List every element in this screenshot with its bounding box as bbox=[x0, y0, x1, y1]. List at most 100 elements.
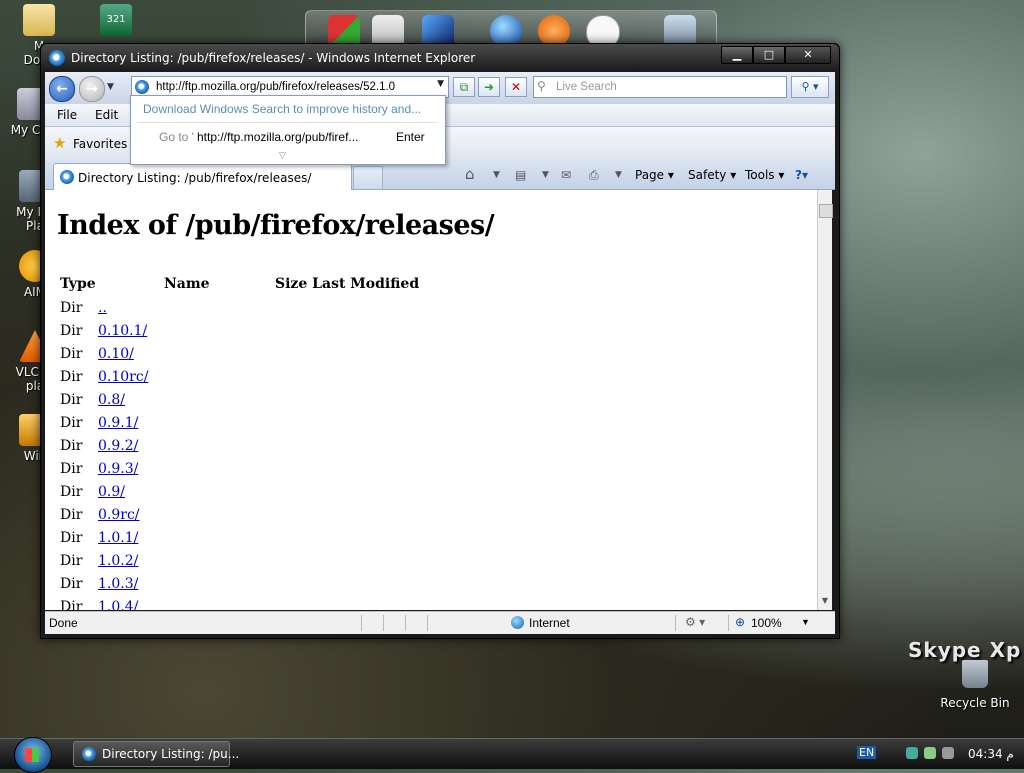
stop-button[interactable]: ✕ bbox=[505, 77, 527, 97]
tools-menu[interactable]: Tools ▾ bbox=[745, 168, 784, 182]
row-type: Dir bbox=[60, 392, 83, 408]
row-type: Dir bbox=[60, 323, 83, 339]
minimize-button[interactable]: ▁ bbox=[721, 46, 753, 64]
row-type: Dir bbox=[60, 599, 83, 610]
row-name-link[interactable]: 0.9.3/ bbox=[98, 461, 138, 477]
folder-icon bbox=[23, 4, 55, 36]
device-tray-icon[interactable] bbox=[942, 747, 954, 759]
protected-mode-icon[interactable]: ⚙ ▾ bbox=[685, 615, 705, 629]
taskbar-ie-icon bbox=[82, 747, 96, 761]
mail-icon[interactable]: ✉ bbox=[561, 168, 571, 182]
home-dropdown-icon[interactable]: ▼ bbox=[493, 170, 500, 180]
vertical-scrollbar[interactable]: ▼ bbox=[817, 190, 833, 610]
menu-edit[interactable]: Edit bbox=[95, 108, 118, 122]
row-type: Dir bbox=[60, 438, 83, 454]
zoom-dropdown-icon[interactable]: ▼ bbox=[801, 617, 810, 627]
go-button[interactable]: ➜ bbox=[478, 77, 500, 97]
page-heading: Index of /pub/firefox/releases/ bbox=[57, 210, 495, 241]
row-type: Dir bbox=[60, 461, 83, 477]
row-name-link[interactable]: 0.10.1/ bbox=[98, 323, 147, 339]
search-button[interactable]: ⚲ ▾ bbox=[791, 76, 829, 98]
search-input[interactable] bbox=[554, 78, 778, 96]
tools-menu-label: Tools bbox=[745, 168, 775, 182]
forward-button[interactable]: → bbox=[79, 76, 105, 102]
row-type: Dir bbox=[60, 346, 83, 362]
row-type: Dir bbox=[60, 530, 83, 546]
print-icon[interactable]: ⎙ bbox=[589, 168, 599, 183]
trash-icon bbox=[962, 660, 988, 688]
row-type: Dir bbox=[60, 507, 83, 523]
clock[interactable]: 04:34 م bbox=[968, 747, 1014, 761]
menu-file[interactable]: File bbox=[57, 108, 77, 122]
row-name-link[interactable]: 1.0.2/ bbox=[98, 553, 138, 569]
help-icon[interactable]: ?▾ bbox=[795, 168, 808, 182]
row-name-link[interactable]: 0.10/ bbox=[98, 346, 134, 362]
back-button[interactable]: ← bbox=[49, 76, 75, 102]
title-bar[interactable]: Directory Listing: /pub/firefox/releases… bbox=[41, 44, 839, 72]
address-autocomplete-dropdown: Download Windows Search to improve histo… bbox=[130, 95, 446, 165]
page-content: Index of /pub/firefox/releases/ Type Nam… bbox=[45, 190, 817, 610]
column-header-size-modified: Size Last Modified bbox=[275, 276, 420, 292]
scrollbar-thumb[interactable] bbox=[819, 204, 833, 218]
page-menu[interactable]: Page ▾ bbox=[635, 168, 674, 182]
row-name-link[interactable]: 0.9.2/ bbox=[98, 438, 138, 454]
row-type: Dir bbox=[60, 576, 83, 592]
tab-label: Directory Listing: /pub/firefox/releases… bbox=[78, 171, 312, 185]
volume-tray-icon[interactable] bbox=[924, 747, 936, 759]
windows-search-suggestion[interactable]: Download Windows Search to improve histo… bbox=[143, 102, 421, 116]
status-text: Done bbox=[49, 616, 78, 630]
row-type: Dir bbox=[60, 369, 83, 385]
tab-directory-listing[interactable]: Directory Listing: /pub/firefox/releases… bbox=[53, 163, 352, 190]
row-type: Dir bbox=[60, 484, 83, 500]
print-dropdown-icon[interactable]: ▼ bbox=[615, 170, 622, 180]
desktop-icon-recycle-bin[interactable]: Recycle Bin bbox=[940, 660, 1010, 710]
taskbar: Directory Listing: /pu... EN 04:34 م bbox=[0, 737, 1024, 773]
row-name-link[interactable]: 1.0.4/ bbox=[98, 599, 138, 610]
security-zone: Internet bbox=[529, 616, 570, 630]
feeds-icon[interactable]: ▤ bbox=[515, 168, 526, 182]
safety-menu[interactable]: Safety ▾ bbox=[688, 168, 736, 182]
taskbar-item-ie[interactable]: Directory Listing: /pu... bbox=[73, 741, 239, 767]
home-icon[interactable]: ⌂ bbox=[465, 165, 475, 183]
row-name-link[interactable]: 0.9rc/ bbox=[98, 507, 140, 523]
status-bar: Done Internet ⚙ ▾ ⊕ 100% ▼ bbox=[45, 611, 835, 634]
page-menu-label: Page bbox=[635, 168, 665, 182]
row-name-link[interactable]: .. bbox=[98, 300, 107, 316]
address-input[interactable] bbox=[154, 78, 428, 96]
media-icon[interactable]: 321 bbox=[100, 4, 132, 36]
zoom-level[interactable]: 100% bbox=[751, 616, 782, 630]
zoom-icon: ⊕ bbox=[735, 615, 746, 629]
network-tray-icon[interactable] bbox=[906, 747, 918, 759]
enter-hint: Enter bbox=[396, 130, 425, 144]
recycle-bin-label: Recycle Bin bbox=[940, 696, 1010, 710]
row-type: Dir bbox=[60, 300, 83, 316]
row-name-link[interactable]: 1.0.3/ bbox=[98, 576, 138, 592]
goto-prefix: Go to ' bbox=[159, 130, 194, 144]
search-box[interactable]: ⚲ bbox=[533, 76, 787, 98]
favorites-star-icon[interactable]: ★ bbox=[53, 134, 66, 152]
skype-xp-logo: Skype Xp bbox=[908, 638, 1022, 662]
row-type: Dir bbox=[60, 415, 83, 431]
column-header-name: Name bbox=[164, 276, 210, 292]
row-name-link[interactable]: 0.8/ bbox=[98, 392, 125, 408]
page-icon bbox=[135, 80, 149, 94]
window-title: Directory Listing: /pub/firefox/releases… bbox=[71, 51, 476, 65]
expand-down-icon[interactable]: ▽ bbox=[279, 150, 286, 161]
language-indicator[interactable]: EN bbox=[857, 746, 877, 759]
row-name-link[interactable]: 0.9/ bbox=[98, 484, 125, 500]
address-dropdown-icon[interactable]: ▼ bbox=[437, 79, 444, 89]
maximize-button[interactable]: □ bbox=[753, 46, 785, 64]
close-button[interactable]: ✕ bbox=[785, 46, 831, 64]
new-tab-button[interactable] bbox=[353, 166, 383, 189]
recent-pages-dropdown-icon[interactable]: ▼ bbox=[107, 82, 114, 92]
compatibility-view-button[interactable]: ⧉ bbox=[453, 77, 475, 97]
goto-url-suggestion[interactable]: http://ftp.mozilla.org/pub/firef... bbox=[197, 130, 358, 144]
row-name-link[interactable]: 1.0.1/ bbox=[98, 530, 138, 546]
row-name-link[interactable]: 0.9.1/ bbox=[98, 415, 138, 431]
favorites-button[interactable]: Favorites bbox=[73, 137, 127, 151]
tab-ie-icon bbox=[60, 170, 74, 184]
scroll-down-icon[interactable]: ▼ bbox=[818, 596, 832, 608]
row-name-link[interactable]: 0.10rc/ bbox=[98, 369, 148, 385]
feeds-dropdown-icon[interactable]: ▼ bbox=[542, 170, 549, 180]
windows-logo-icon bbox=[25, 748, 39, 762]
